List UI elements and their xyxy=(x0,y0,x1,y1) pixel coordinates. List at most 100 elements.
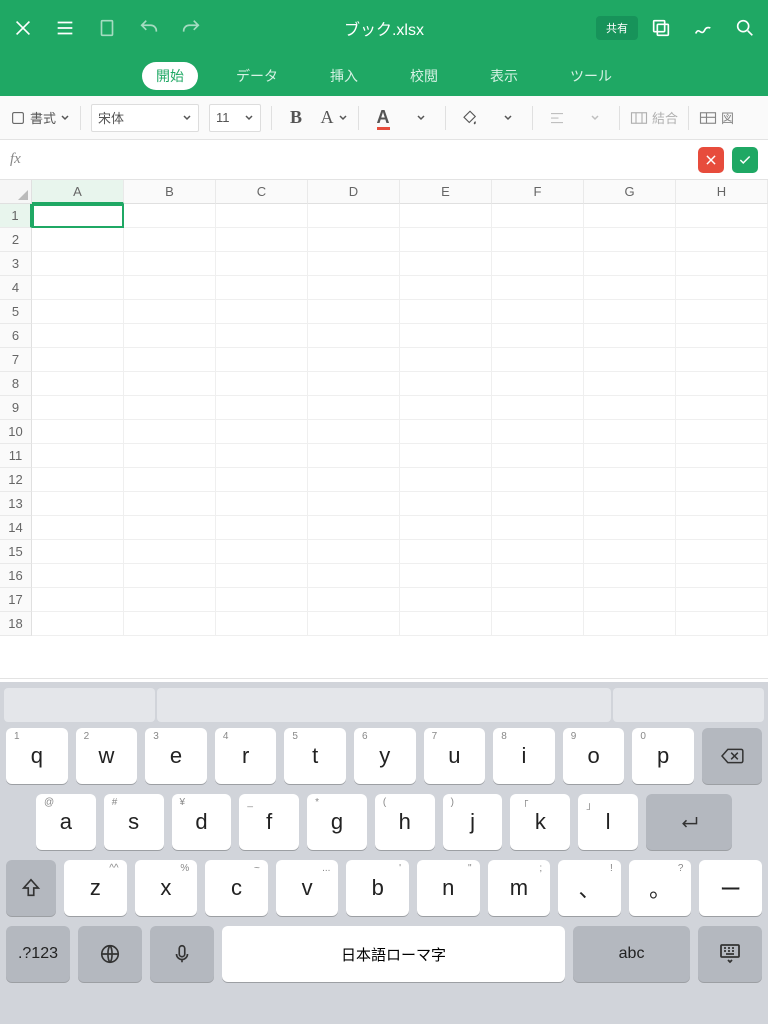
key-y[interactable]: 6y xyxy=(354,728,416,784)
cell[interactable] xyxy=(584,444,676,468)
cell[interactable] xyxy=(124,252,216,276)
key-ー[interactable]: ー xyxy=(699,860,762,916)
cell[interactable] xyxy=(400,540,492,564)
row-header[interactable]: 15 xyxy=(0,540,32,564)
cell[interactable] xyxy=(492,228,584,252)
cell[interactable] xyxy=(32,252,124,276)
cell[interactable] xyxy=(676,540,768,564)
cell[interactable] xyxy=(676,372,768,396)
abc-mode-button[interactable]: abc xyxy=(573,926,690,982)
fx-icon[interactable]: fx xyxy=(10,151,32,168)
cell[interactable] xyxy=(400,492,492,516)
cell[interactable] xyxy=(308,252,400,276)
cell[interactable] xyxy=(584,540,676,564)
chart-button[interactable]: 図 xyxy=(699,108,734,127)
cell[interactable] xyxy=(400,348,492,372)
cell[interactable] xyxy=(676,468,768,492)
cell[interactable] xyxy=(492,348,584,372)
row-header[interactable]: 8 xyxy=(0,372,32,396)
confirm-formula-button[interactable] xyxy=(732,147,758,173)
cell[interactable] xyxy=(492,468,584,492)
key-c[interactable]: ~c xyxy=(205,860,268,916)
key-、[interactable]: !、 xyxy=(558,860,621,916)
cell[interactable] xyxy=(32,276,124,300)
ribbon-tab-2[interactable]: 挿入 xyxy=(316,62,372,90)
cell[interactable] xyxy=(400,300,492,324)
cell[interactable] xyxy=(308,420,400,444)
cell[interactable] xyxy=(32,588,124,612)
cell[interactable] xyxy=(308,300,400,324)
col-header[interactable]: A xyxy=(32,180,124,204)
cell[interactable] xyxy=(584,252,676,276)
key-i[interactable]: 8i xyxy=(493,728,555,784)
cell[interactable] xyxy=(32,444,124,468)
cell[interactable] xyxy=(124,300,216,324)
cell[interactable] xyxy=(308,564,400,588)
cell[interactable] xyxy=(676,444,768,468)
cell[interactable] xyxy=(492,372,584,396)
cell[interactable] xyxy=(308,348,400,372)
key-m[interactable]: ;m xyxy=(488,860,551,916)
cell[interactable] xyxy=(492,324,584,348)
cell[interactable] xyxy=(308,372,400,396)
cell[interactable] xyxy=(400,396,492,420)
cell[interactable] xyxy=(400,612,492,636)
cell[interactable] xyxy=(400,204,492,228)
row-header[interactable]: 12 xyxy=(0,468,32,492)
align-dd[interactable] xyxy=(581,104,609,132)
cell[interactable] xyxy=(492,420,584,444)
cell[interactable] xyxy=(216,420,308,444)
key-a[interactable]: @a xyxy=(36,794,96,850)
key-d[interactable]: ¥d xyxy=(172,794,232,850)
ribbon-tab-1[interactable]: データ xyxy=(222,62,292,90)
cell[interactable] xyxy=(308,540,400,564)
cell[interactable] xyxy=(492,300,584,324)
key-。[interactable]: ?。 xyxy=(629,860,692,916)
cell[interactable] xyxy=(124,564,216,588)
key-p[interactable]: 0p xyxy=(632,728,694,784)
row-header[interactable]: 4 xyxy=(0,276,32,300)
cell[interactable] xyxy=(32,564,124,588)
cell[interactable] xyxy=(308,228,400,252)
cell[interactable] xyxy=(32,420,124,444)
cell[interactable] xyxy=(676,492,768,516)
cell[interactable] xyxy=(32,324,124,348)
cell[interactable] xyxy=(216,444,308,468)
cell[interactable] xyxy=(308,444,400,468)
candidate-strip[interactable] xyxy=(0,688,768,722)
row-header[interactable]: 2 xyxy=(0,228,32,252)
cell[interactable] xyxy=(676,564,768,588)
cell[interactable] xyxy=(124,348,216,372)
key-z[interactable]: ^^z xyxy=(64,860,127,916)
cell[interactable] xyxy=(492,540,584,564)
cell[interactable] xyxy=(216,300,308,324)
cell[interactable] xyxy=(216,516,308,540)
shift-key[interactable] xyxy=(6,860,56,916)
cell[interactable] xyxy=(492,564,584,588)
font-color-button[interactable]: A xyxy=(369,104,397,132)
backspace-key[interactable] xyxy=(702,728,762,784)
row-header[interactable]: 5 xyxy=(0,300,32,324)
cell[interactable] xyxy=(124,588,216,612)
font-style-dd[interactable]: A xyxy=(320,104,348,132)
cell[interactable] xyxy=(308,204,400,228)
row-header[interactable]: 1 xyxy=(0,204,32,228)
close-icon[interactable] xyxy=(12,17,34,39)
cell[interactable] xyxy=(400,516,492,540)
ribbon-tab-3[interactable]: 校閲 xyxy=(396,62,452,90)
cell[interactable] xyxy=(216,252,308,276)
cell[interactable] xyxy=(584,372,676,396)
cell[interactable] xyxy=(584,348,676,372)
cell[interactable] xyxy=(584,276,676,300)
key-t[interactable]: 5t xyxy=(284,728,346,784)
menu-icon[interactable] xyxy=(54,17,76,39)
mic-button[interactable] xyxy=(150,926,214,982)
cell[interactable] xyxy=(584,468,676,492)
cell[interactable] xyxy=(124,420,216,444)
cell[interactable] xyxy=(124,204,216,228)
cell[interactable] xyxy=(216,540,308,564)
bold-button[interactable]: B xyxy=(282,104,310,132)
cell[interactable] xyxy=(32,372,124,396)
cell[interactable] xyxy=(124,468,216,492)
row-header[interactable]: 13 xyxy=(0,492,32,516)
